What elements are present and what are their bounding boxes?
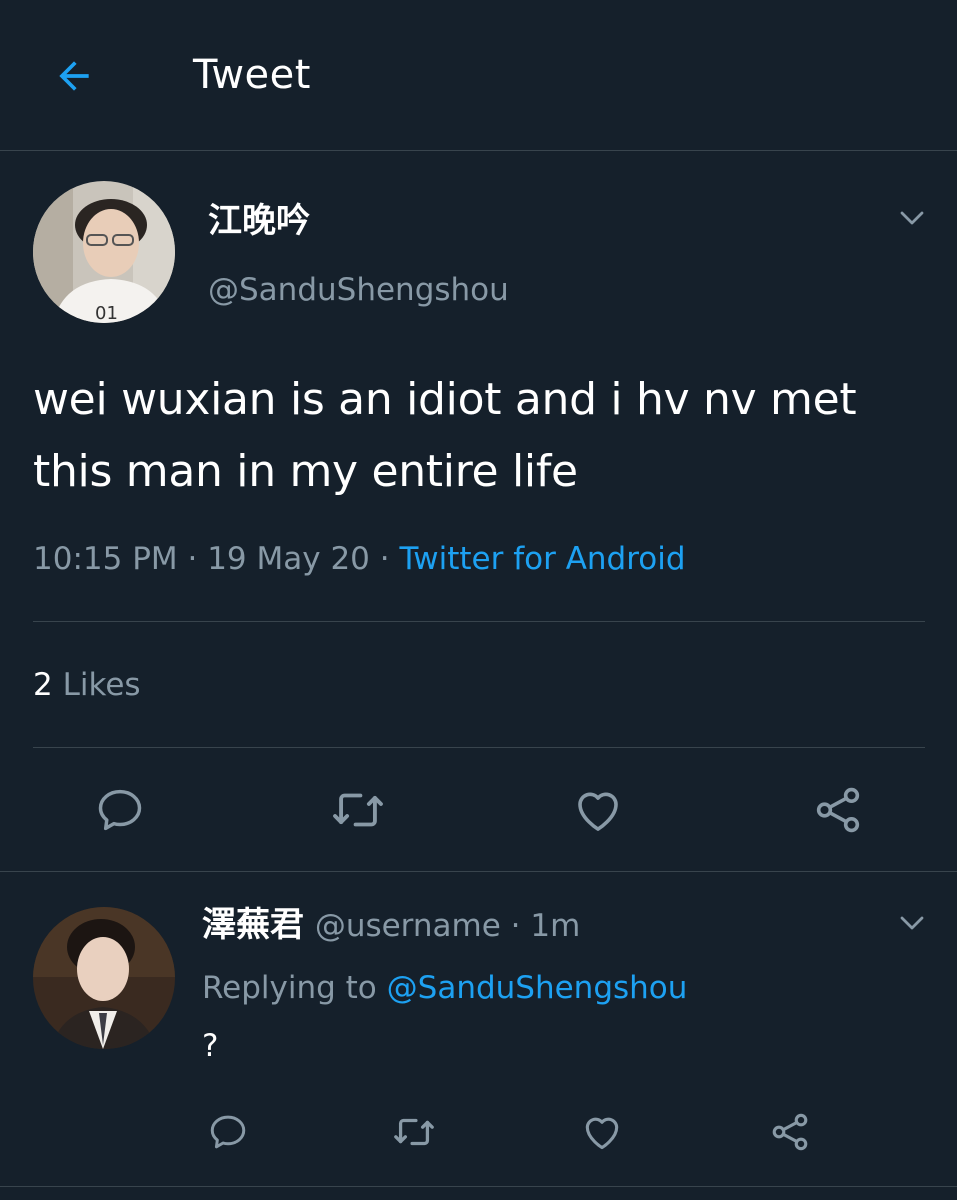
like-button[interactable] (568, 780, 628, 840)
page-title: Tweet (193, 52, 311, 98)
reply-author-avatar[interactable] (33, 907, 175, 1049)
meta-separator: · (369, 541, 400, 577)
tweet-text: wei wuxian is an idiot and i hv nv met t… (33, 374, 857, 497)
heart-icon (578, 792, 618, 831)
reply-author-handle[interactable]: @username (315, 908, 501, 944)
reply-author-display-name[interactable]: 澤蕪君 (202, 905, 304, 945)
reply-time: 1m (530, 908, 581, 944)
arrow-left-icon (59, 61, 89, 91)
divider (33, 621, 925, 622)
reply-text: ? (202, 1028, 219, 1064)
svg-text:01: 01 (95, 303, 118, 323)
reply-button[interactable] (90, 780, 150, 840)
likes-count[interactable]: 2 Likes (33, 665, 141, 705)
chevron-down-icon (900, 211, 924, 225)
meta-separator: · (177, 541, 208, 577)
tweet-options-button[interactable] (894, 200, 930, 236)
share-icon (772, 1113, 808, 1151)
top-app-bar: Tweet (0, 0, 957, 151)
author-display-name[interactable]: 江晚吟 (208, 198, 310, 244)
tweet-date: 19 May 20 (207, 541, 370, 577)
reply-retweet-button[interactable] (390, 1108, 438, 1156)
section-divider (0, 1186, 957, 1187)
likes-number: 2 (33, 667, 53, 703)
reply-reply-button[interactable] (204, 1108, 252, 1156)
back-button[interactable] (44, 46, 104, 106)
heart-icon (585, 1117, 619, 1150)
reply-icon (210, 1115, 246, 1149)
tweet-source-link[interactable]: Twitter for Android (399, 541, 685, 577)
reply-like-button[interactable] (578, 1108, 626, 1156)
meta-separator: · (500, 908, 531, 944)
divider (33, 747, 925, 748)
section-divider (0, 871, 957, 872)
reply-header: 澤蕪君 @username · 1m (202, 902, 580, 949)
share-icon (816, 787, 860, 833)
author-avatar[interactable]: 01 (33, 181, 175, 323)
tweet-meta: 10:15 PM · 19 May 20 · Twitter for Andro… (33, 537, 686, 581)
retweet-icon (394, 1118, 434, 1146)
reply-options-button[interactable] (894, 905, 930, 941)
chevron-down-icon (900, 916, 924, 930)
author-handle[interactable]: @SanduShengshou (208, 268, 509, 312)
retweet-icon (333, 793, 383, 827)
replying-to: Replying to @SanduShengshou (202, 966, 687, 1010)
tweet-time: 10:15 PM (33, 541, 178, 577)
share-button[interactable] (808, 780, 868, 840)
reply-share-button[interactable] (766, 1108, 814, 1156)
reply-icon (98, 789, 142, 831)
replying-to-mention[interactable]: @SanduShengshou (387, 970, 688, 1006)
likes-label: Likes (62, 667, 141, 703)
replying-prefix: Replying to (202, 970, 377, 1006)
retweet-button[interactable] (328, 780, 388, 840)
